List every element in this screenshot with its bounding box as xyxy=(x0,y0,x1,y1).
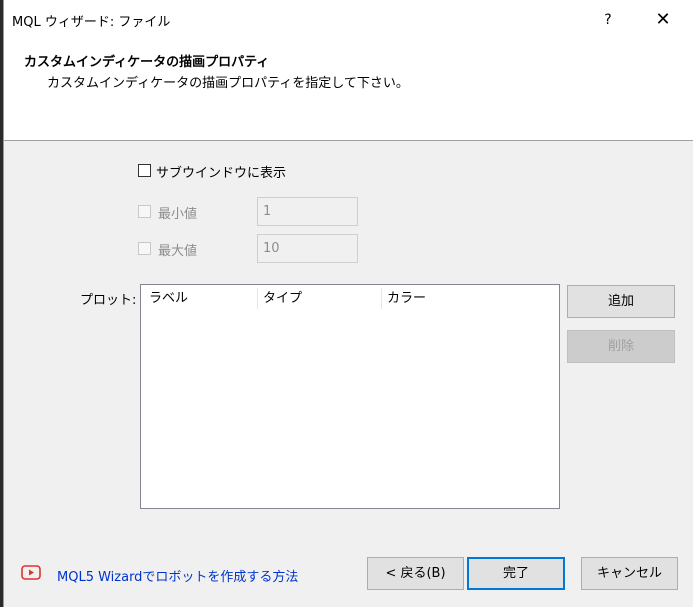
wizard-header: カスタムインディケータの描画プロパティ カスタムインディケータの描画プロパティを… xyxy=(4,40,693,141)
help-button[interactable]: ? xyxy=(595,7,621,33)
delete-button[interactable]: 削除 xyxy=(567,330,675,363)
column-header-label[interactable]: ラベル xyxy=(141,285,257,312)
title-bar: MQL ウィザード: ファイル ? ✕ xyxy=(4,0,693,40)
plots-list[interactable]: ラベル タイプ カラー xyxy=(140,284,560,509)
close-button[interactable]: ✕ xyxy=(650,7,676,33)
minimum-input[interactable]: 1 xyxy=(257,197,358,226)
wizard-dialog: MQL ウィザード: ファイル ? ✕ カスタムインディケータの描画プロパティ … xyxy=(3,0,693,607)
subwindow-label[interactable]: サブウインドウに表示 xyxy=(156,162,286,181)
page-subtitle: カスタムインディケータの描画プロパティを指定して下さい。 xyxy=(47,76,409,91)
youtube-play-icon[interactable] xyxy=(21,565,41,580)
maximum-checkbox[interactable] xyxy=(138,242,151,255)
subwindow-checkbox[interactable] xyxy=(138,164,151,177)
add-button[interactable]: 追加 xyxy=(567,285,675,318)
column-header-type[interactable]: タイプ xyxy=(257,285,381,312)
column-header-color[interactable]: カラー xyxy=(381,285,559,312)
how-to-link[interactable]: MQL5 Wizardでロボットを作成する方法 xyxy=(57,566,298,585)
plots-label: プロット: xyxy=(80,293,137,308)
page-title: カスタムインディケータの描画プロパティ xyxy=(24,55,270,70)
finish-button[interactable]: 完了 xyxy=(467,557,565,590)
back-button[interactable]: < 戻る(B) xyxy=(367,557,464,590)
maximum-input[interactable]: 10 xyxy=(257,234,358,263)
cancel-button[interactable]: キャンセル xyxy=(581,557,678,590)
minimum-checkbox[interactable] xyxy=(138,205,151,218)
maximum-label: 最大値 xyxy=(158,244,198,259)
window-title: MQL ウィザード: ファイル xyxy=(12,15,171,30)
minimum-label: 最小値 xyxy=(158,207,198,222)
